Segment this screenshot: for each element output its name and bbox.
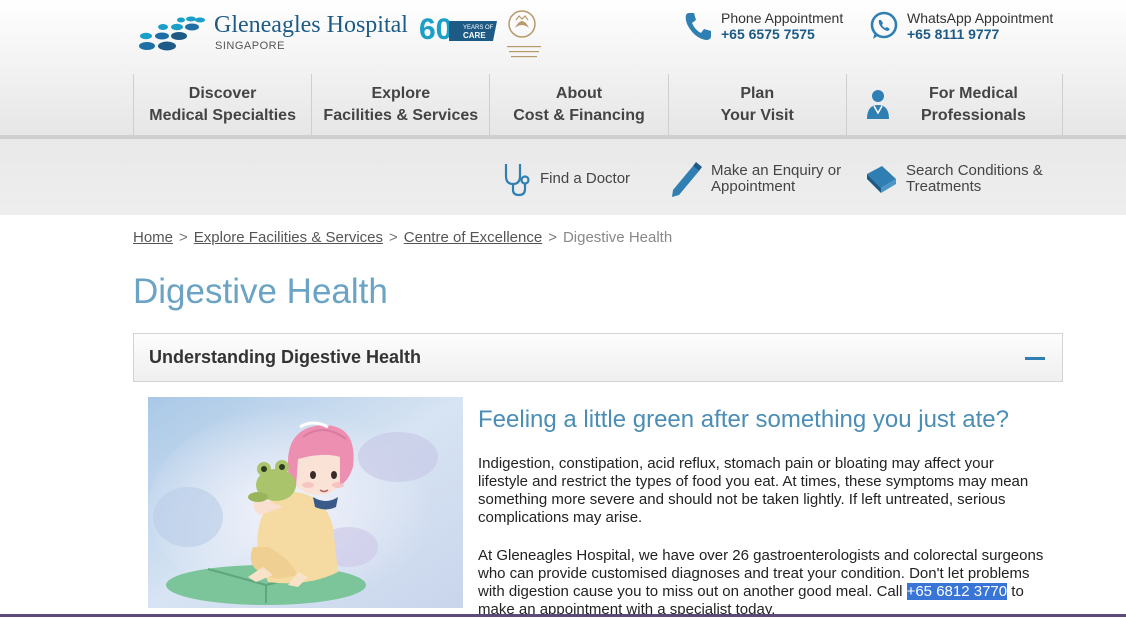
nav-about-cost[interactable]: About Cost & Financing	[489, 74, 667, 135]
quick-link-label: Make an Enquiry or Appointment	[711, 163, 841, 195]
page-title: Digestive Health	[133, 272, 388, 311]
brand-country: SINGAPORE	[215, 40, 285, 52]
badge-number: 60	[419, 13, 452, 44]
cta-paragraph: At Gleneagles Hospital, we have over 26 …	[478, 547, 1046, 619]
badge-line2: CARE	[463, 31, 486, 40]
breadcrumb-explore-facilities[interactable]: Explore Facilities & Services	[194, 229, 383, 246]
quick-link-line1: Find a Doctor	[540, 170, 631, 187]
accordion-header[interactable]: Understanding Digestive Health	[133, 333, 1063, 382]
nav-label-line2: Your Visit	[720, 106, 794, 124]
phone-number[interactable]: +65 6575 7575	[721, 26, 815, 42]
60-years-badge-icon: 60 YEARS OF CARE	[419, 13, 497, 44]
nav-label-line1: For Medical	[928, 84, 1018, 102]
nav-medical-professionals[interactable]: For Medical Professionals	[845, 74, 1064, 135]
nav-plan-visit[interactable]: Plan Your Visit	[667, 74, 846, 135]
section-subtitle: Feeling a little green after something y…	[478, 406, 1009, 433]
whatsapp-number[interactable]: +65 8111 9777	[907, 26, 999, 42]
find-a-doctor-link[interactable]: Find a Doctor	[498, 160, 630, 198]
service-excellence-crest-icon	[507, 10, 541, 58]
breadcrumb-separator: >	[179, 229, 188, 246]
whatsapp-icon	[870, 11, 898, 39]
pencil-icon	[672, 162, 702, 197]
quick-link-line1: Make an Enquiry or	[711, 162, 842, 179]
girl-with-frog-illustration	[148, 397, 463, 608]
nav-label-line1: Discover	[188, 84, 257, 102]
stethoscope-icon	[504, 164, 530, 197]
nav-explore-facilities[interactable]: Explore Facilities & Services	[311, 74, 489, 135]
doctor-icon	[866, 90, 889, 119]
quick-link-label: Find a Doctor	[540, 171, 630, 187]
main-nav: Discover Medical Specialties Explore Fac…	[133, 74, 1064, 135]
whatsapp-label: WhatsApp Appointment	[907, 10, 1054, 26]
breadcrumb-centre-of-excellence[interactable]: Centre of Excellence	[404, 229, 542, 246]
quick-link-line2: Treatments	[906, 178, 982, 195]
nav-label-line1: Plan	[740, 84, 775, 102]
phone-icon	[685, 13, 711, 40]
nav-discover-specialties[interactable]: Discover Medical Specialties	[133, 74, 311, 135]
nav-label-line2: Cost & Financing	[513, 106, 645, 124]
accordion-title: Understanding Digestive Health	[149, 347, 422, 367]
phone-label: Phone Appointment	[721, 10, 844, 26]
breadcrumb-current: Digestive Health	[562, 229, 673, 246]
brand-name: Gleneagles Hospital	[214, 12, 408, 38]
nav-label-line2: Facilities & Services	[323, 106, 479, 124]
appointment-phone-link[interactable]: +65 6812 3770	[906, 583, 1008, 600]
nav-label-line2: Professionals	[920, 106, 1026, 124]
nav-label-line1: About	[555, 84, 603, 102]
logo-mark-icon	[139, 16, 205, 51]
make-enquiry-link[interactable]: Make an Enquiry or Appointment	[669, 160, 841, 198]
header-divider	[0, 135, 1126, 139]
search-conditions-link[interactable]: Search Conditions & Treatments	[864, 160, 1043, 198]
intro-paragraph: Indigestion, constipation, acid reflux, …	[478, 455, 1029, 526]
breadcrumb-home[interactable]: Home	[133, 229, 173, 246]
nav-label-line2: Medical Specialties	[149, 106, 296, 124]
breadcrumb-separator: >	[389, 229, 398, 246]
book-icon	[867, 166, 896, 193]
quick-link-label: Search Conditions & Treatments	[906, 163, 1043, 195]
breadcrumb-separator: >	[548, 229, 557, 246]
quick-link-line2: Appointment	[711, 178, 796, 195]
breadcrumb: Home > Explore Facilities & Services > Centr…	[133, 229, 672, 246]
nav-label-line1: Explore	[371, 84, 431, 102]
quick-link-line1: Search Conditions &	[906, 162, 1043, 179]
collapse-minus-icon[interactable]	[1025, 357, 1045, 360]
